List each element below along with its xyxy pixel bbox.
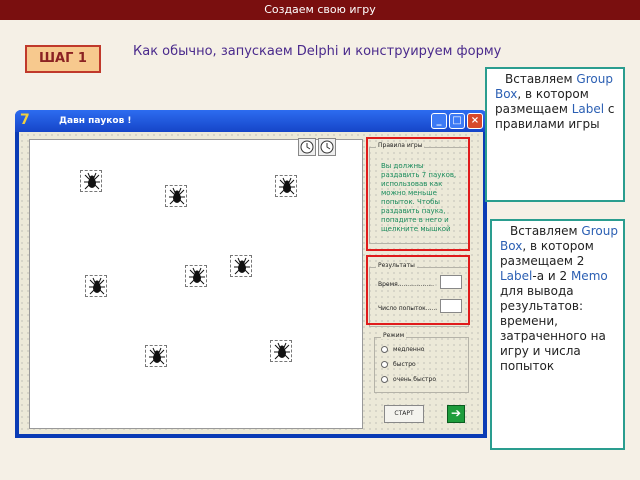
mode-radio-slow[interactable]: медленно — [381, 346, 424, 353]
callout-term: Label — [500, 269, 533, 283]
minimize-button[interactable]: _ — [431, 113, 447, 129]
callout-results: Вставляем Group Box, в котором размещаем… — [490, 219, 625, 450]
radio-circle-icon — [381, 376, 388, 383]
mode-option-label: медленно — [393, 346, 425, 353]
mode-option-label: быстро — [393, 361, 416, 368]
slide-title: Создаем свою игру — [0, 0, 640, 20]
callout-text: для вывода результатов: времени, затраче… — [500, 284, 606, 373]
app-icon: 7 — [20, 112, 30, 128]
spider-icon[interactable] — [165, 185, 187, 207]
spider-icon[interactable] — [230, 255, 252, 277]
callout-term: Memo — [570, 269, 608, 283]
mode-radio-very-fast[interactable]: очень быстро — [381, 376, 436, 383]
start-button[interactable]: СТАРТ — [384, 405, 424, 423]
close-button[interactable]: × — [467, 113, 483, 129]
window-titlebar[interactable]: 7 Давн пауков ! _ □ × — [15, 110, 487, 132]
callout-rules: Вставляем Group Box, в котором размещаем… — [485, 67, 625, 202]
radio-circle-icon — [381, 361, 388, 368]
step-badge: ШАГ 1 — [25, 45, 101, 73]
slide-subtitle: Как обычно, запускаем Delphi и конструир… — [133, 44, 502, 59]
spider-icon[interactable] — [145, 345, 167, 367]
maximize-button[interactable]: □ — [449, 113, 465, 129]
timer-icon — [298, 138, 316, 156]
spider-icon[interactable] — [185, 265, 207, 287]
callout-text: Вставляем — [510, 224, 578, 238]
mode-groupbox: Режим медленно быстро очень быстро — [374, 332, 469, 393]
callout-text: -а и 2 — [532, 269, 568, 283]
callout-text: Вставляем — [505, 72, 573, 86]
game-area[interactable] — [29, 139, 363, 429]
mode-groupbox-title: Режим — [381, 332, 407, 339]
callout-term: Label — [571, 102, 605, 116]
spider-icon[interactable] — [80, 170, 102, 192]
spider-icon[interactable] — [85, 275, 107, 297]
window-title: Давн пауков ! — [59, 116, 132, 126]
results-highlight-frame — [366, 255, 470, 325]
spider-icon[interactable] — [275, 175, 297, 197]
mode-option-label: очень быстро — [393, 376, 436, 383]
spider-icon[interactable] — [270, 340, 292, 362]
go-arrow-button[interactable]: ➔ — [447, 405, 465, 423]
rules-highlight-frame — [366, 137, 470, 251]
radio-circle-icon — [381, 346, 388, 353]
timer-icon — [318, 138, 336, 156]
mode-radio-fast[interactable]: быстро — [381, 361, 416, 368]
